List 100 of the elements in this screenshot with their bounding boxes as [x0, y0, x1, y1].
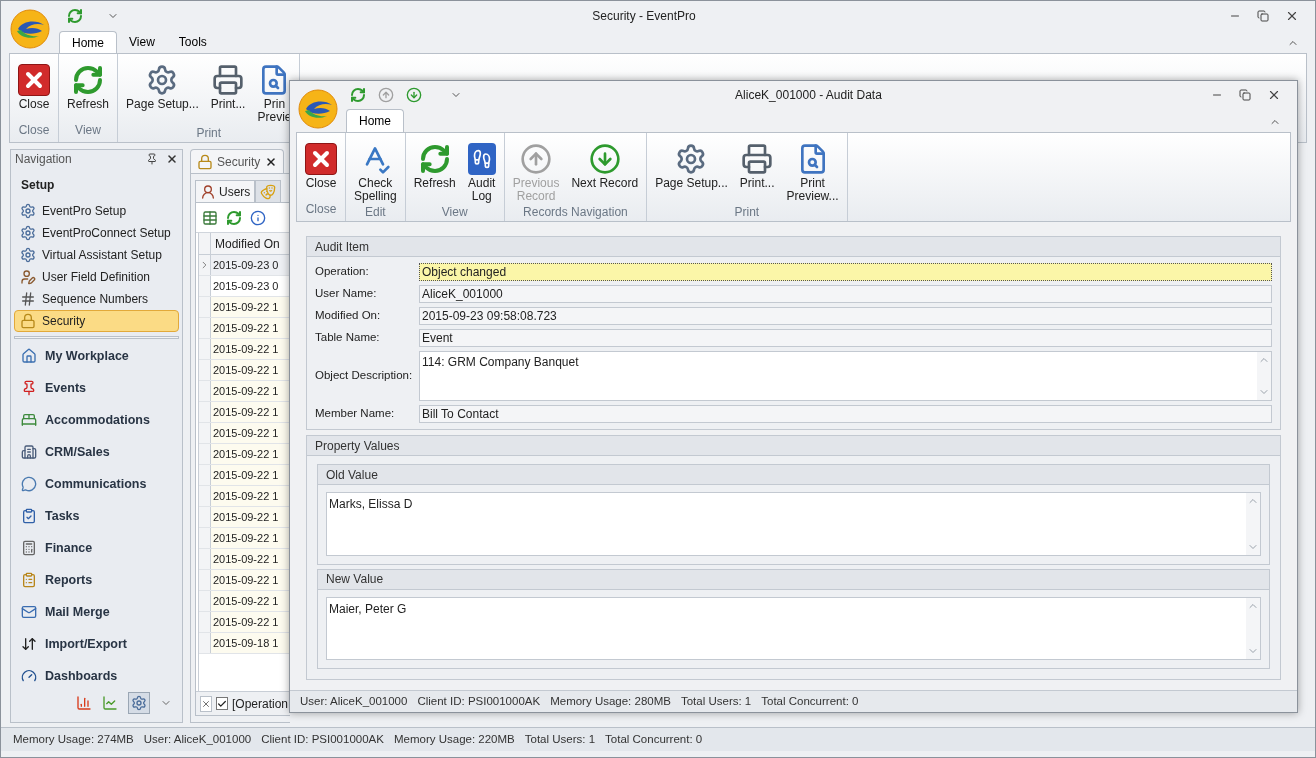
- sub-tab[interactable]: [255, 180, 282, 202]
- text-area[interactable]: Marks, Elissa D: [326, 492, 1261, 556]
- ribbon-tab[interactable]: Home: [346, 109, 404, 132]
- row-indicator[interactable]: [199, 591, 211, 611]
- input-field[interactable]: AliceK_001000: [419, 285, 1272, 303]
- pin-icon[interactable]: [146, 153, 158, 166]
- nav-item[interactable]: Sequence Numbers: [14, 288, 179, 311]
- nav-module[interactable]: Communications: [15, 468, 178, 500]
- row-indicator[interactable]: [199, 612, 211, 632]
- ribbon-button[interactable]: Page Setup...: [122, 58, 203, 111]
- row-indicator[interactable]: [199, 444, 211, 464]
- status-text: Memory Usage: 274MB: [13, 731, 134, 747]
- nav-item[interactable]: EventPro Setup: [14, 200, 179, 223]
- ribbon-group-label: Close: [17, 122, 51, 139]
- ribbon-tab[interactable]: Home: [59, 31, 117, 53]
- row-indicator[interactable]: [199, 402, 211, 422]
- table-cell: 2015-09-18 1: [211, 633, 290, 653]
- close-icon[interactable]: [166, 153, 178, 166]
- row-indicator[interactable]: [199, 633, 211, 653]
- refresh-icon: [418, 143, 451, 175]
- row-indicator[interactable]: [199, 276, 211, 296]
- refresh-icon[interactable]: [350, 87, 366, 103]
- settings-button[interactable]: [128, 692, 150, 714]
- scrollbar[interactable]: [1246, 597, 1260, 659]
- nav-item[interactable]: User Field Definition: [14, 266, 179, 289]
- ribbon-button[interactable]: Close: [14, 58, 54, 111]
- row-indicator[interactable]: [199, 528, 211, 548]
- ribbon-button[interactable]: Close: [301, 137, 341, 190]
- table-cell: 2015-09-22 1: [211, 507, 290, 527]
- ribbon-button[interactable]: Print...: [206, 58, 250, 111]
- row-indicator[interactable]: [199, 255, 211, 275]
- nav-module[interactable]: CRM/Sales: [15, 436, 178, 468]
- user-edit-icon: [20, 269, 36, 286]
- nav-item[interactable]: Security: [14, 310, 179, 333]
- input-field[interactable]: 2015-09-23 09:58:08.723: [419, 307, 1272, 325]
- input-field[interactable]: Object changed: [419, 263, 1272, 281]
- refresh-icon[interactable]: [67, 8, 83, 24]
- ribbon-button[interactable]: Print Preview...: [782, 137, 843, 203]
- ribbon-button[interactable]: Page Setup...: [651, 137, 732, 190]
- text-area[interactable]: Maier, Peter G: [326, 596, 1261, 660]
- table-cell: 2015-09-22 1: [211, 297, 290, 317]
- nav-module[interactable]: Accommodations: [15, 404, 178, 436]
- nav-module[interactable]: Tasks: [15, 500, 178, 532]
- ribbon-button[interactable]: Refresh: [63, 58, 114, 111]
- input-field[interactable]: Bill To Contact: [419, 405, 1272, 423]
- text-area[interactable]: 114: GRM Company Banquet: [419, 351, 1272, 401]
- table-cell: 2015-09-22 1: [211, 423, 290, 443]
- ribbon-button[interactable]: Audit Log: [463, 137, 500, 203]
- scrollbar[interactable]: [1257, 352, 1271, 400]
- sub-tab[interactable]: Users: [195, 180, 256, 202]
- lock-icon: [20, 313, 36, 330]
- mask-icon: [260, 183, 277, 200]
- close-icon[interactable]: [1267, 88, 1281, 102]
- row-indicator[interactable]: [199, 360, 211, 380]
- info-icon[interactable]: [250, 209, 266, 226]
- gear-icon: [20, 225, 36, 242]
- ribbon-button[interactable]: Refresh: [409, 137, 460, 190]
- row-indicator[interactable]: [199, 381, 211, 401]
- row-indicator[interactable]: [199, 507, 211, 527]
- ribbon-button[interactable]: Check Spelling: [350, 137, 401, 203]
- close-icon[interactable]: [1285, 9, 1299, 23]
- row-indicator[interactable]: [199, 486, 211, 506]
- ribbon-tab[interactable]: View: [117, 31, 167, 53]
- nav-module[interactable]: Reports: [15, 564, 178, 596]
- ribbon-button[interactable]: Next Record: [567, 137, 643, 190]
- logo-icon[interactable]: [10, 9, 50, 49]
- bar-chart-icon[interactable]: [76, 695, 92, 711]
- ribbon-button[interactable]: Print...: [735, 137, 779, 190]
- row-indicator[interactable]: [199, 570, 211, 590]
- row-indicator[interactable]: [199, 423, 211, 443]
- logo-icon[interactable]: [298, 88, 338, 129]
- filter-checkbox[interactable]: [216, 697, 228, 710]
- ribbon-group-label: Print: [733, 204, 761, 221]
- pin-icon: [21, 380, 37, 396]
- row-indicator[interactable]: [199, 549, 211, 569]
- nav-module[interactable]: Import/Export: [15, 628, 178, 660]
- nav-module[interactable]: Dashboards: [15, 660, 178, 692]
- nav-module[interactable]: Mail Merge: [15, 596, 178, 628]
- row-indicator[interactable]: [199, 318, 211, 338]
- nav-module[interactable]: Events: [15, 372, 178, 404]
- nav-item[interactable]: EventProConnect Setup: [14, 222, 179, 245]
- input-field[interactable]: Event: [419, 329, 1272, 347]
- nav-module[interactable]: Finance: [15, 532, 178, 564]
- table-icon[interactable]: [202, 209, 218, 226]
- scrollbar[interactable]: [1246, 493, 1260, 555]
- row-indicator[interactable]: [199, 297, 211, 317]
- close-icon[interactable]: [265, 155, 277, 168]
- ribbon-tab[interactable]: Tools: [166, 31, 219, 53]
- clear-filter-button[interactable]: [200, 695, 212, 712]
- ribbon-group-label: Records Navigation: [522, 204, 629, 221]
- refresh-icon[interactable]: [226, 209, 242, 226]
- row-indicator[interactable]: [199, 339, 211, 359]
- restore-icon[interactable]: [1257, 10, 1269, 22]
- nav-item[interactable]: Virtual Assistant Setup: [14, 244, 179, 267]
- restore-icon[interactable]: [1239, 89, 1251, 101]
- nav-module[interactable]: My Workplace: [15, 340, 178, 372]
- document-tab[interactable]: Security: [190, 149, 284, 173]
- line-chart-icon[interactable]: [102, 695, 118, 711]
- row-indicator[interactable]: [199, 465, 211, 485]
- status-text: Client ID: PSI001000AK: [417, 693, 541, 709]
